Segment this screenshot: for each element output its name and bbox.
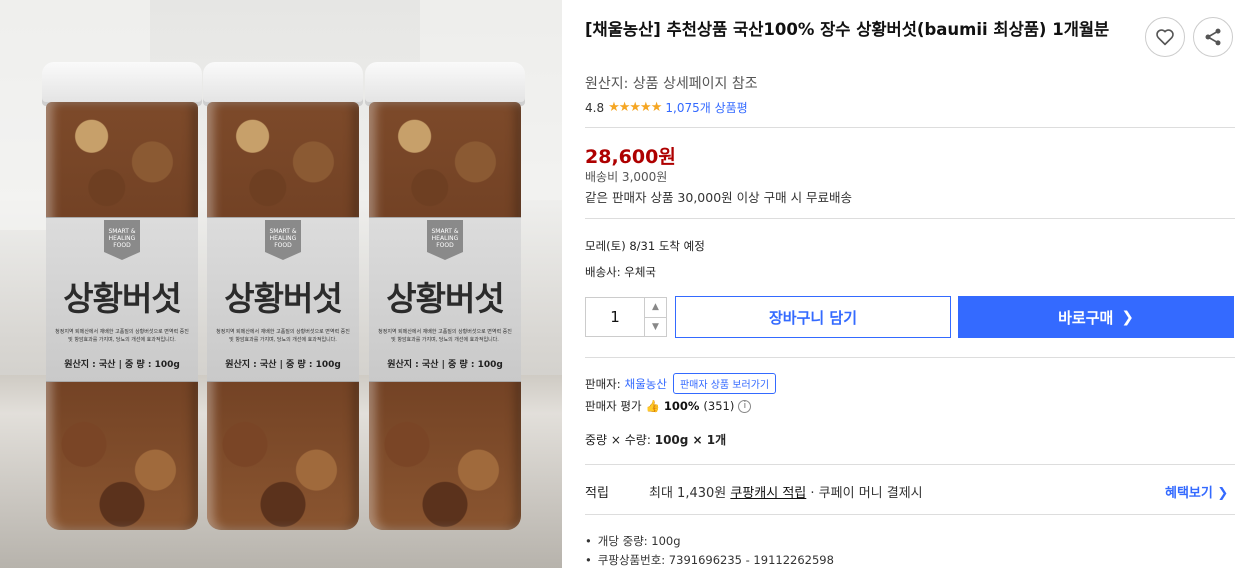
jar-left: SMART & HEALING FOOD 상황버섯 청정지역 퇴메산에서 재배한… xyxy=(42,62,202,530)
carrier-info: 배송사: 우체국 xyxy=(585,265,657,279)
divider xyxy=(585,464,1235,465)
seller-products-tooltip[interactable]: 판매자 상품 보러가기 xyxy=(672,373,777,394)
seller-rating-percent: 100% xyxy=(663,399,700,413)
view-benefits-link[interactable]: 혜택보기 ❯ xyxy=(1165,482,1228,501)
product-rating: 4.8 ★★★★★ 1,075개 상품평 xyxy=(585,99,748,116)
seller-rating: 판매자 평가 👍 100% (351) i xyxy=(585,398,752,414)
selected-option: 중량 × 수량: 100g × 1개 xyxy=(585,431,726,448)
star-rating-icon: ★★★★★ xyxy=(608,100,662,115)
rating-value: 4.8 xyxy=(585,100,605,115)
jar-title: 상황버섯 xyxy=(386,279,504,318)
reward-info: 최대 1,430원 쿠팡캐시 적립 · 쿠페이 머니 결제시 xyxy=(649,482,923,501)
seller-name-link[interactable]: 채울농산 xyxy=(625,376,667,392)
jar-badge: SMART & HEALING FOOD xyxy=(265,220,301,260)
option-value: 100g × 1개 xyxy=(654,433,727,447)
jar-description: 청정지역 퇴메산에서 재배한 고품질의 상황버섯으로 면역력 증진 및 항암효과… xyxy=(55,329,189,343)
jar-title: 상황버섯 xyxy=(224,279,342,318)
buy-now-label: 바로구매 xyxy=(1058,308,1114,327)
product-info-panel: [채울농산] 추천상품 국산100% 장수 상황버섯(baumii 최상품) 1… xyxy=(585,0,1241,568)
benefit-label: 혜택보기 xyxy=(1165,486,1213,501)
reward-amount: 최대 1,430원 xyxy=(649,486,727,501)
divider xyxy=(585,357,1235,358)
add-to-cart-label: 장바구니 담기 xyxy=(768,308,858,327)
arrival-date: 모레(토) 8/31 도착 예정 xyxy=(585,239,705,253)
quantity-stepper[interactable]: 1 ▲ ▼ xyxy=(585,297,667,337)
quantity-input[interactable]: 1 xyxy=(586,298,644,336)
product-title: [채울농산] 추천상품 국산100% 장수 상황버섯(baumii 최상품) 1… xyxy=(585,20,1110,39)
price: 28,600원 xyxy=(585,146,676,168)
info-icon[interactable]: i xyxy=(738,399,752,413)
divider xyxy=(585,514,1235,515)
buy-now-button[interactable]: 바로구매 ❯ xyxy=(958,296,1234,338)
jar-right: SMART & HEALING FOOD 상황버섯 청정지역 퇴메산에서 재배한… xyxy=(365,62,525,530)
heart-icon xyxy=(1156,29,1174,46)
detail-item: 쿠팡상품번호: 7391696235 - 19112262598 xyxy=(585,551,834,568)
reward-label: 적립 xyxy=(585,486,609,501)
share-button[interactable] xyxy=(1193,17,1233,57)
review-count-link[interactable]: 1,075개 상품평 xyxy=(665,99,747,116)
shipping-fee: 배송비 3,000원 xyxy=(585,170,668,184)
divider xyxy=(585,218,1235,219)
free-shipping-note: 같은 판매자 상품 30,000원 이상 구매 시 무료배송 xyxy=(585,190,853,205)
quantity-down-icon[interactable]: ▼ xyxy=(645,316,666,337)
chevron-right-icon: ❯ xyxy=(1217,486,1229,501)
origin-info: 원산지: 상품 상세페이지 참조 xyxy=(585,76,758,92)
jar-title: 상황버섯 xyxy=(63,279,181,318)
coupang-cash-link[interactable]: 쿠팡캐시 적립 xyxy=(730,486,806,501)
wishlist-button[interactable] xyxy=(1145,17,1185,57)
divider xyxy=(585,127,1235,128)
option-label: 중량 × 수량: xyxy=(585,433,651,447)
seller-label: 판매자: xyxy=(585,376,621,391)
jar-info: 원산지 : 국산 | 중 량 : 100g xyxy=(225,360,341,370)
jar-description: 청정지역 퇴메산에서 재배한 고품질의 상황버섯으로 면역력 증진 및 항암효과… xyxy=(216,329,350,343)
seller-rating-label: 판매자 평가 xyxy=(585,399,642,413)
jar-info: 원산지 : 국산 | 중 량 : 100g xyxy=(387,360,503,370)
jar-info: 원산지 : 국산 | 중 량 : 100g xyxy=(64,360,180,370)
jar-center: SMART & HEALING FOOD 상황버섯 청정지역 퇴메산에서 재배한… xyxy=(203,62,363,530)
reward-condition: · 쿠페이 머니 결제시 xyxy=(810,486,923,501)
product-image: SMART & HEALING FOOD 상황버섯 청정지역 퇴메산에서 재배한… xyxy=(0,0,562,568)
jar-badge: SMART & HEALING FOOD xyxy=(104,220,140,260)
detail-item: 개당 중량: 100g xyxy=(585,532,834,551)
jar-description: 청정지역 퇴메산에서 재배한 고품질의 상황버섯으로 면역력 증진 및 항암효과… xyxy=(378,329,512,343)
product-details-list: 개당 중량: 100g 쿠팡상품번호: 7391696235 - 1911226… xyxy=(585,532,834,568)
chevron-right-icon: ❯ xyxy=(1121,308,1134,326)
jar-badge: SMART & HEALING FOOD xyxy=(427,220,463,260)
share-icon xyxy=(1205,28,1221,46)
seller-info: 판매자: 채울농산 판매자 상품 보러가기 xyxy=(585,373,777,394)
add-to-cart-button[interactable]: 장바구니 담기 xyxy=(675,296,951,338)
seller-rating-count: (351) xyxy=(703,399,735,413)
thumbs-up-icon: 👍 xyxy=(645,399,660,413)
quantity-up-icon[interactable]: ▲ xyxy=(645,298,666,317)
